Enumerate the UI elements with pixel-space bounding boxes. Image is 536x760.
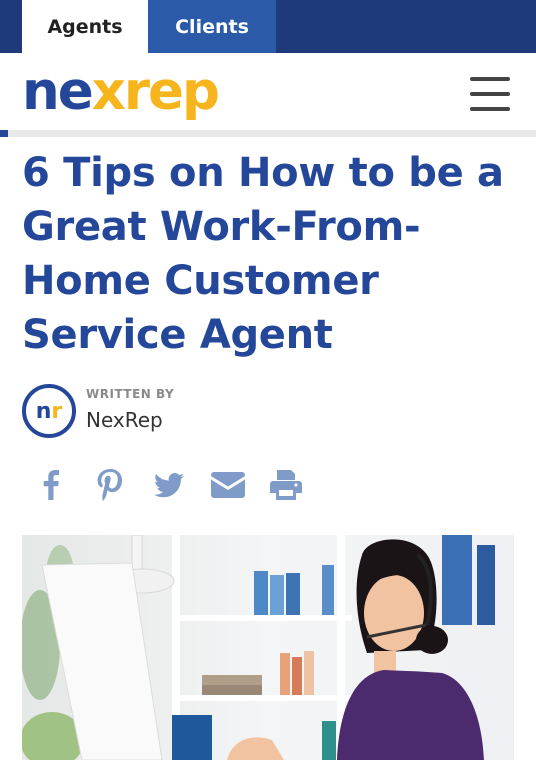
avatar-initial-n: n bbox=[35, 398, 52, 424]
header-divider bbox=[0, 130, 536, 137]
logo-part-rep: rep bbox=[123, 61, 220, 122]
author-avatar[interactable]: nr bbox=[22, 384, 76, 438]
tab-clients[interactable]: Clients bbox=[148, 0, 276, 53]
pinterest-icon[interactable] bbox=[93, 466, 127, 504]
hamburger-menu-icon[interactable] bbox=[470, 77, 510, 111]
byline-label: WRITTEN BY bbox=[86, 387, 175, 401]
email-icon[interactable] bbox=[210, 466, 246, 504]
tab-clients-label: Clients bbox=[175, 15, 249, 38]
site-header: nexrep bbox=[0, 53, 536, 130]
progress-indicator bbox=[0, 130, 8, 137]
tab-agents-label: Agents bbox=[47, 15, 123, 38]
avatar-initial-r: r bbox=[51, 398, 63, 424]
nexrep-logo[interactable]: nexrep bbox=[22, 61, 220, 123]
tab-agents[interactable]: Agents bbox=[22, 0, 148, 53]
print-icon[interactable] bbox=[268, 466, 304, 504]
logo-part-ne: ne bbox=[22, 61, 94, 122]
logo-part-x: x bbox=[91, 61, 126, 122]
author-name[interactable]: NexRep bbox=[86, 408, 163, 432]
top-tab-bar: Agents Clients bbox=[0, 0, 536, 53]
featured-image bbox=[22, 535, 514, 760]
twitter-icon[interactable] bbox=[152, 466, 186, 504]
facebook-icon[interactable] bbox=[36, 466, 66, 504]
article-title: 6 Tips on How to be a Great Work-From-Ho… bbox=[22, 150, 504, 358]
